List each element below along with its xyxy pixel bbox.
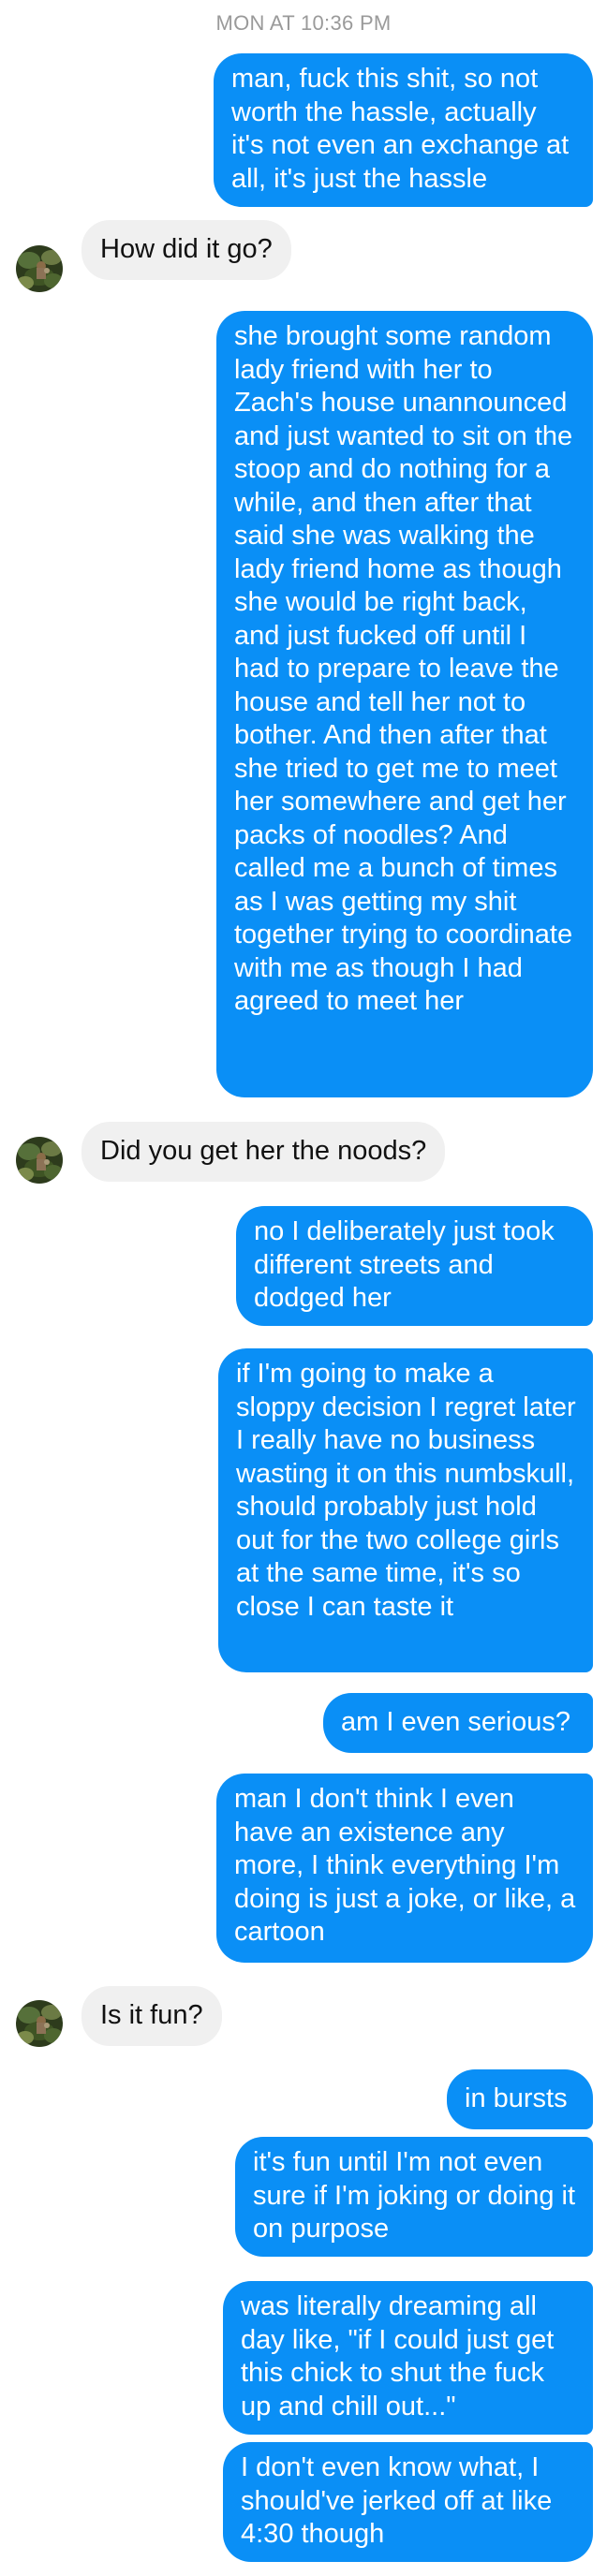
sent-message-bubble[interactable]: in bursts: [447, 2069, 593, 2129]
sent-message-bubble[interactable]: man I don't think I even have an existen…: [216, 1774, 593, 1963]
conversation-timestamp: MON AT 10:36 PM: [215, 11, 392, 35]
sent-message-bubble[interactable]: she brought some random lady friend with…: [216, 311, 593, 1097]
contact-avatar-icon[interactable]: [16, 2000, 63, 2047]
received-message-bubble[interactable]: Did you get her the noods?: [81, 1122, 446, 1182]
sent-message-bubble[interactable]: I don't even know what, I should've jerk…: [223, 2442, 593, 2562]
sent-message-bubble[interactable]: no I deliberately just took different st…: [236, 1206, 593, 1326]
sent-message-bubble[interactable]: was literally dreaming all day like, "if…: [223, 2281, 593, 2435]
received-message-bubble[interactable]: Is it fun?: [81, 1986, 222, 2046]
contact-avatar-icon[interactable]: [16, 1137, 63, 1184]
sent-message-bubble[interactable]: man, fuck this shit, so not worth the ha…: [214, 53, 593, 207]
received-message-bubble[interactable]: How did it go?: [81, 220, 291, 280]
sent-message-bubble[interactable]: it's fun until I'm not even sure if I'm …: [235, 2137, 593, 2257]
sent-message-bubble[interactable]: if I'm going to make a sloppy decision I…: [218, 1348, 593, 1672]
contact-avatar-icon[interactable]: [16, 245, 63, 292]
sent-message-bubble[interactable]: am I even serious?: [323, 1693, 593, 1753]
